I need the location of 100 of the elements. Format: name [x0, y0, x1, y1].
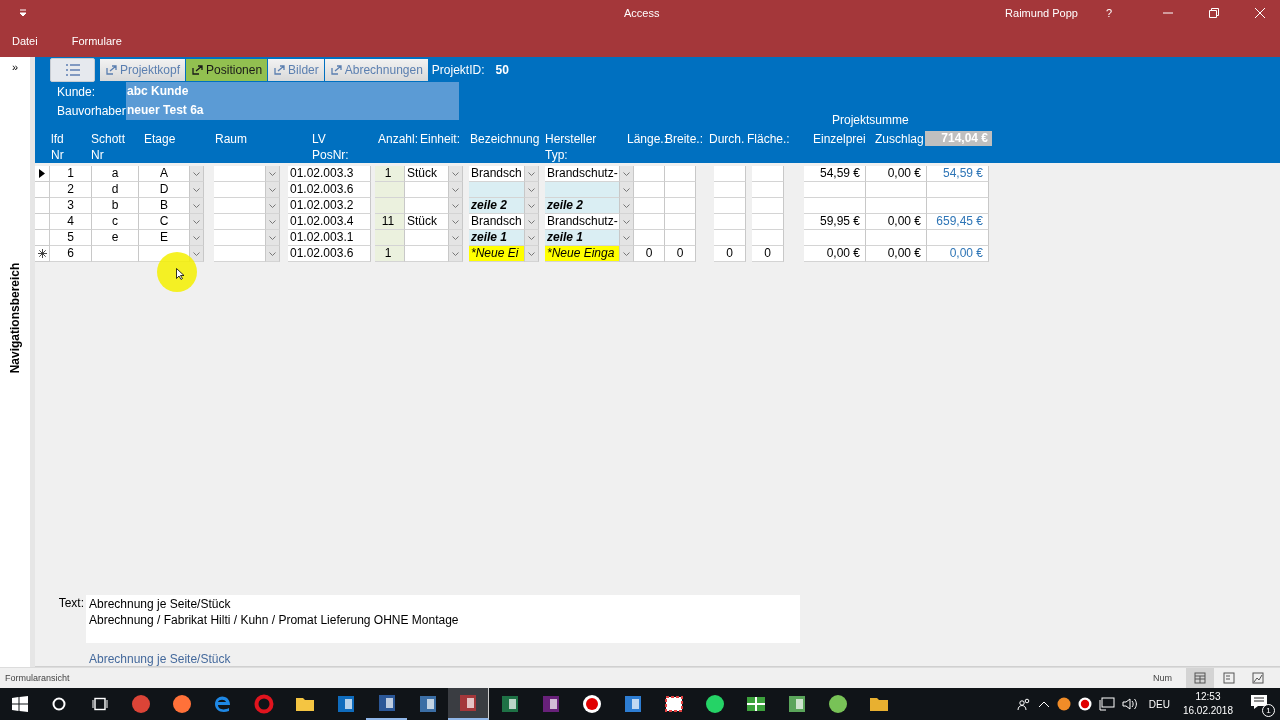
dropdown-button[interactable] — [266, 214, 280, 230]
combo-field[interactable] — [545, 182, 620, 198]
table-cell[interactable] — [375, 198, 405, 214]
dropdown-button[interactable] — [190, 198, 204, 214]
dropdown-button[interactable] — [525, 246, 539, 262]
quick-access-icon[interactable] — [19, 8, 27, 17]
combo-field[interactable]: Brandsch — [469, 214, 525, 230]
dropdown-button[interactable] — [266, 198, 280, 214]
combo-field[interactable]: Brandschutz- — [545, 166, 620, 182]
combo-field[interactable]: zeile 1 — [545, 230, 620, 246]
table-cell[interactable] — [752, 198, 784, 214]
table-cell[interactable]: c — [92, 214, 139, 230]
combo-field[interactable]: E — [139, 230, 190, 246]
dropdown-button[interactable] — [266, 230, 280, 246]
table-cell[interactable]: 11 — [375, 214, 405, 230]
menu-item[interactable]: Datei — [12, 35, 38, 47]
table-cell[interactable]: 54,59 € — [927, 166, 989, 182]
table-cell[interactable] — [804, 198, 866, 214]
dropdown-button[interactable] — [449, 230, 463, 246]
table-cell[interactable]: 0,00 € — [866, 214, 927, 230]
table-cell[interactable] — [927, 182, 989, 198]
language-indicator[interactable]: DEU — [1148, 698, 1170, 710]
table-cell[interactable] — [665, 182, 696, 198]
table-cell[interactable]: 1 — [375, 166, 405, 182]
taskbar-button[interactable] — [448, 688, 489, 720]
combo-field[interactable]: *Neue Einga — [545, 246, 620, 262]
table-cell[interactable] — [665, 230, 696, 246]
table-cell[interactable]: 01.02.003.6 — [288, 182, 371, 198]
combo-field[interactable]: D — [139, 182, 190, 198]
text-field[interactable]: Abrechnung je Seite/Stück Abrechnung / Fabrikat Hilti / Kuhn / Promat Lieferung OHNE Montage — [86, 595, 800, 643]
table-cell[interactable] — [665, 198, 696, 214]
tray-app-icon[interactable] — [1056, 697, 1071, 711]
table-cell[interactable] — [634, 214, 665, 230]
table-cell[interactable] — [714, 198, 746, 214]
combo-field[interactable] — [405, 198, 449, 214]
dropdown-button[interactable] — [620, 198, 634, 214]
dropdown-button[interactable] — [449, 246, 463, 262]
dropdown-button[interactable] — [449, 182, 463, 198]
combo-field[interactable] — [405, 246, 449, 262]
table-cell[interactable]: 01.02.003.1 — [288, 230, 371, 246]
dropdown-button[interactable] — [266, 166, 280, 182]
table-cell[interactable]: 4 — [50, 214, 92, 230]
table-cell[interactable] — [634, 198, 665, 214]
table-cell[interactable] — [634, 182, 665, 198]
notification-icon[interactable] — [1250, 694, 1268, 710]
table-cell[interactable]: e — [92, 230, 139, 246]
dropdown-button[interactable] — [449, 198, 463, 214]
combo-field[interactable] — [469, 182, 525, 198]
dropdown-button[interactable] — [525, 214, 539, 230]
table-cell[interactable]: 59,95 € — [804, 214, 866, 230]
table-cell[interactable]: 0 — [714, 246, 746, 262]
form-tab[interactable]: Positionen — [186, 59, 268, 81]
user-name[interactable]: Raimund Popp — [1005, 6, 1078, 19]
table-cell[interactable] — [714, 182, 746, 198]
combo-field[interactable]: C — [139, 214, 190, 230]
table-cell[interactable]: 01.02.003.3 — [288, 166, 371, 182]
table-cell[interactable] — [714, 230, 746, 246]
combo-field[interactable]: Brandsch — [469, 166, 525, 182]
table-cell[interactable] — [752, 182, 784, 198]
table-cell[interactable]: 1 — [50, 166, 92, 182]
view-button[interactable] — [1186, 668, 1214, 688]
search-icon[interactable] — [52, 697, 66, 711]
table-cell[interactable] — [752, 166, 784, 182]
table-cell[interactable] — [634, 230, 665, 246]
table-cell[interactable]: 0 — [634, 246, 665, 262]
dropdown-button[interactable] — [620, 230, 634, 246]
dropdown-button[interactable] — [266, 182, 280, 198]
combo-field[interactable] — [405, 182, 449, 198]
list-button[interactable] — [50, 58, 95, 82]
table-cell[interactable] — [634, 166, 665, 182]
network-icon[interactable] — [1098, 697, 1115, 711]
table-cell[interactable] — [665, 166, 696, 182]
table-cell[interactable]: 1 — [375, 246, 405, 262]
chevron-up-icon[interactable] — [1037, 700, 1050, 708]
table-cell[interactable]: 5 — [50, 230, 92, 246]
table-cell[interactable] — [714, 214, 746, 230]
combo-field[interactable]: *Neue Ei — [469, 246, 525, 262]
table-cell[interactable] — [866, 198, 927, 214]
dropdown-button[interactable] — [525, 230, 539, 246]
table-cell[interactable] — [752, 214, 784, 230]
table-cell[interactable] — [866, 182, 927, 198]
dropdown-button[interactable] — [190, 246, 204, 262]
navigation-pane-label[interactable]: Navigationsbereich — [8, 262, 22, 374]
dropdown-button[interactable] — [266, 246, 280, 262]
table-cell[interactable] — [752, 230, 784, 246]
table-cell[interactable]: 0,00 € — [804, 246, 866, 262]
table-cell[interactable]: 01.02.003.4 — [288, 214, 371, 230]
dropdown-button[interactable] — [449, 166, 463, 182]
table-cell[interactable]: 0,00 € — [866, 246, 927, 262]
dropdown-button[interactable] — [525, 166, 539, 182]
dropdown-button[interactable] — [190, 166, 204, 182]
dropdown-button[interactable] — [525, 182, 539, 198]
table-cell[interactable]: 0 — [752, 246, 784, 262]
table-cell[interactable]: 0,00 € — [927, 246, 989, 262]
table-cell[interactable] — [92, 246, 139, 262]
close-icon[interactable] — [1254, 6, 1266, 19]
dropdown-button[interactable] — [190, 214, 204, 230]
table-cell[interactable] — [804, 230, 866, 246]
combo-field[interactable] — [214, 230, 266, 246]
table-cell[interactable]: 659,45 € — [927, 214, 989, 230]
